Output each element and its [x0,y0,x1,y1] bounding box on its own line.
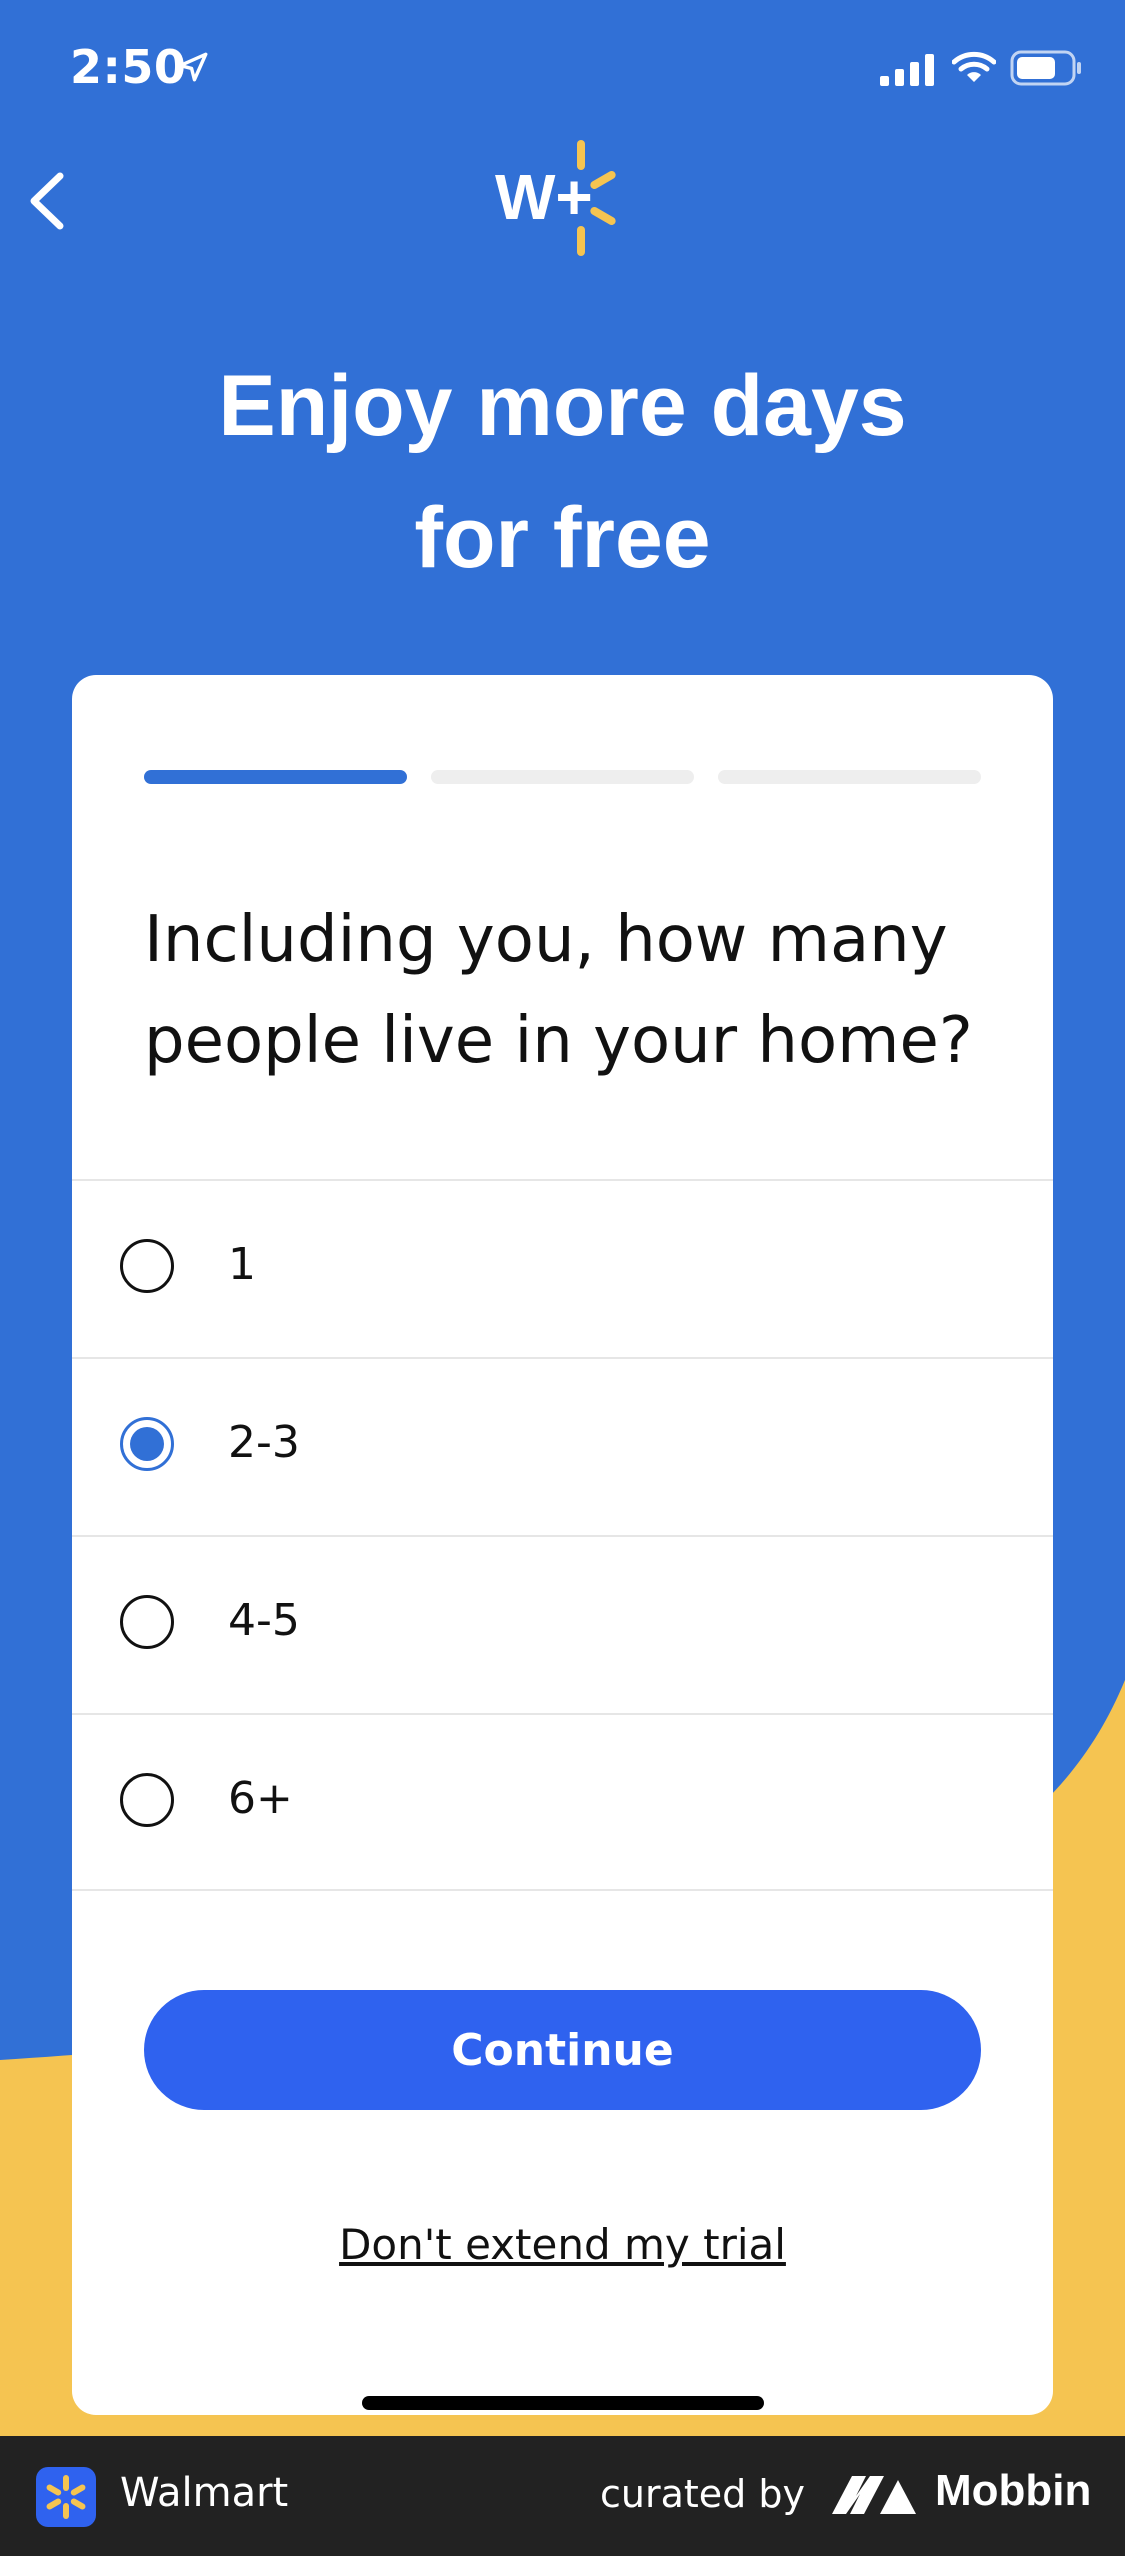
progress-segment-2 [431,770,694,784]
curated-by-label: curated by [600,2472,805,2516]
spark-icon [46,2475,86,2519]
option-label: 2-3 [228,1417,300,1468]
options-list: 1 2-3 4-5 6+ [72,1179,1053,1891]
progress-segment-1 [144,770,407,784]
option-4-5[interactable]: 4-5 [72,1535,1053,1713]
radio-button-selected[interactable] [120,1417,174,1471]
battery-icon [1010,50,1081,86]
headline-line-1: Enjoy more days [218,358,907,454]
option-label: 1 [228,1239,256,1290]
option-2-3[interactable]: 2-3 [72,1357,1053,1535]
walmart-plus-logo: W+ [495,138,635,258]
signal-icon [880,54,934,86]
attribution-bar: Walmart curated by Mobbin [0,2436,1125,2556]
progress-segment-3 [718,770,981,784]
option-label: 6+ [228,1773,293,1824]
radio-button[interactable] [120,1773,174,1827]
option-label: 4-5 [228,1595,300,1646]
wifi-icon [952,51,996,82]
status-bar: 2:50 [0,0,1125,140]
continue-button[interactable]: Continue [144,1990,981,2110]
option-1[interactable]: 1 [72,1179,1053,1357]
progress-bar [144,770,981,784]
spark-icon [577,140,616,256]
option-6-plus[interactable]: 6+ [72,1713,1053,1891]
survey-question: Including you, how many people live in y… [144,903,973,1078]
headline-line-2: for free [414,490,711,586]
home-indicator [362,2396,764,2410]
radio-button[interactable] [120,1595,174,1649]
page-headline: Enjoy more days for free [0,340,1125,604]
decline-trial-link[interactable]: Don't extend my trial [72,2220,1053,2269]
walmart-app-icon [36,2467,96,2527]
mobbin-brand: Mobbin [935,2466,1092,2515]
app-name: Walmart [120,2470,289,2516]
location-arrow-icon [178,52,208,82]
radio-button[interactable] [120,1239,174,1293]
mobbin-logo-icon [832,2476,916,2514]
back-chevron-icon[interactable] [22,168,72,234]
survey-card: Including you, how many people live in y… [72,675,1053,2415]
status-time: 2:50 [70,40,187,94]
